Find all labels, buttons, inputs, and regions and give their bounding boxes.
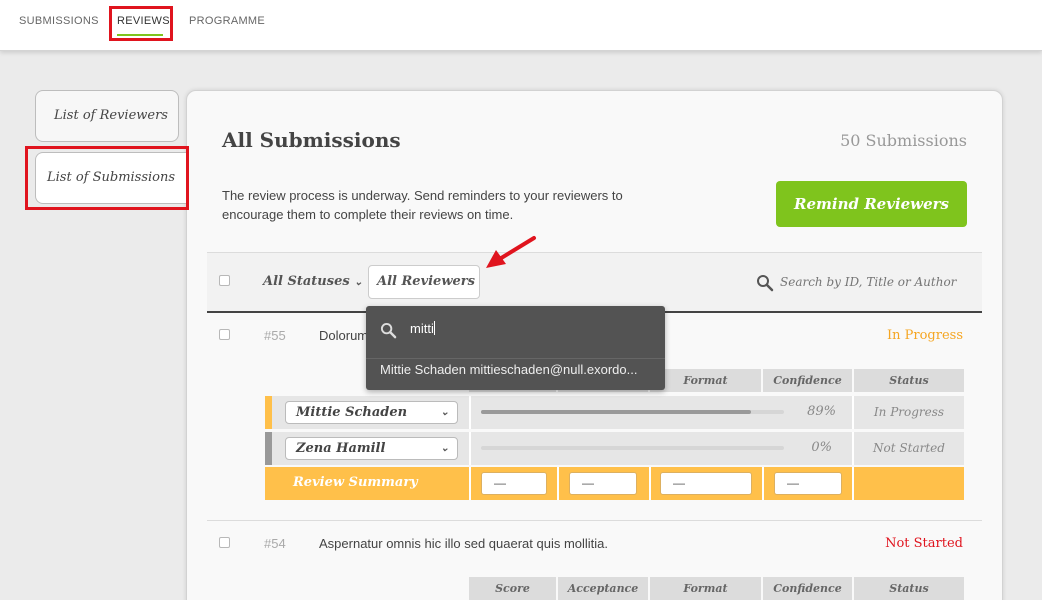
- reviewer-status: Not Started: [873, 441, 945, 455]
- submission-title[interactable]: Dolorum: [319, 328, 368, 343]
- description-text: The review process is underway. Send rem…: [222, 188, 623, 222]
- divider: [469, 432, 471, 465]
- progress-percent: 89%: [807, 404, 836, 419]
- status-filter-label: All Statuses: [263, 274, 350, 289]
- progress-fill: [481, 410, 751, 414]
- chevron-down-icon: ⌄: [440, 443, 449, 454]
- status-filter[interactable]: All Statuses ⌄: [263, 274, 363, 289]
- row-checkbox[interactable]: [219, 537, 230, 548]
- reviewer-option[interactable]: Mittie Schaden mittieschaden@null.exordo…: [380, 362, 660, 377]
- column-header-confidence: Confidence: [763, 577, 852, 600]
- divider: [649, 467, 651, 500]
- reviewer-select[interactable]: Mittie Schaden ⌄: [285, 401, 458, 424]
- divider: [469, 467, 471, 500]
- status-badge: In Progress: [886, 328, 963, 343]
- search-input[interactable]: [780, 271, 970, 293]
- column-header-acceptance: Acceptance: [558, 577, 648, 600]
- column-header-confidence: Confidence: [763, 369, 852, 392]
- divider: [852, 467, 854, 500]
- column-header-format: Format: [650, 577, 761, 600]
- page-title: All Submissions: [222, 128, 401, 152]
- review-summary-label: Review Summary: [293, 475, 418, 490]
- submission-title[interactable]: Aspernatur omnis hic illo sed quaerat qu…: [319, 536, 608, 551]
- reviewer-name: Mittie Schaden: [296, 405, 408, 420]
- reviewer-status-marker: [265, 396, 272, 429]
- sidebar-item-label: List of Reviewers: [54, 108, 168, 123]
- reviewer-status: In Progress: [873, 405, 945, 419]
- chevron-down-icon: ⌄: [354, 277, 363, 288]
- divider: [366, 358, 665, 359]
- divider: [469, 396, 471, 429]
- reviewer-search-dropdown: mitti Mittie Schaden mittieschaden@null.…: [366, 306, 665, 390]
- column-header-status: Status: [854, 577, 964, 600]
- progress-bar: [481, 410, 784, 414]
- highlight-box-reviews-tab: [109, 6, 173, 41]
- divider: [557, 467, 559, 500]
- tab-programme[interactable]: PROGRAMME: [189, 15, 265, 27]
- summary-score-field[interactable]: —: [481, 472, 547, 495]
- submission-count: 50 Submissions: [840, 131, 967, 150]
- summary-format-field[interactable]: —: [660, 472, 752, 495]
- chevron-down-icon: ⌄: [440, 407, 449, 418]
- submission-id: #55: [264, 328, 286, 343]
- divider: [762, 467, 764, 500]
- red-arrow-annotation: [486, 236, 536, 268]
- progress-percent: 0%: [811, 440, 832, 455]
- reviewer-search-input[interactable]: mitti: [410, 321, 435, 336]
- reviewer-filter[interactable]: All Reviewers ⌄: [368, 265, 480, 320]
- status-badge: Not Started: [885, 536, 963, 551]
- highlight-box-submissions-tab: [25, 146, 189, 210]
- search-icon: [380, 322, 397, 339]
- reviewer-search-query: mitti: [410, 321, 434, 336]
- progress-bar: [481, 446, 784, 450]
- search-icon: [757, 275, 774, 292]
- text-cursor: [433, 321, 435, 335]
- remind-reviewers-button[interactable]: Remind Reviewers: [776, 181, 967, 227]
- reviewer-name: Zena Hamill: [296, 441, 386, 456]
- sidebar-item-reviewers[interactable]: List of Reviewers: [35, 90, 179, 142]
- column-header-status: Status: [854, 369, 964, 392]
- submission-id: #54: [264, 536, 286, 551]
- review-summary-row: Review Summary — — — —: [265, 467, 964, 500]
- summary-acceptance-field[interactable]: —: [569, 472, 637, 495]
- divider: [207, 520, 982, 521]
- reviewer-filter-label: All Reviewers: [377, 274, 475, 289]
- tab-submissions[interactable]: SUBMISSIONS: [19, 15, 99, 27]
- select-all-checkbox[interactable]: [219, 275, 230, 286]
- column-header-score: Score: [469, 577, 556, 600]
- summary-confidence-field[interactable]: —: [774, 472, 842, 495]
- row-checkbox[interactable]: [219, 329, 230, 340]
- reviewer-select[interactable]: Zena Hamill ⌄: [285, 437, 458, 460]
- column-header-format: Format: [650, 369, 761, 392]
- reviewer-status-marker: [265, 432, 272, 465]
